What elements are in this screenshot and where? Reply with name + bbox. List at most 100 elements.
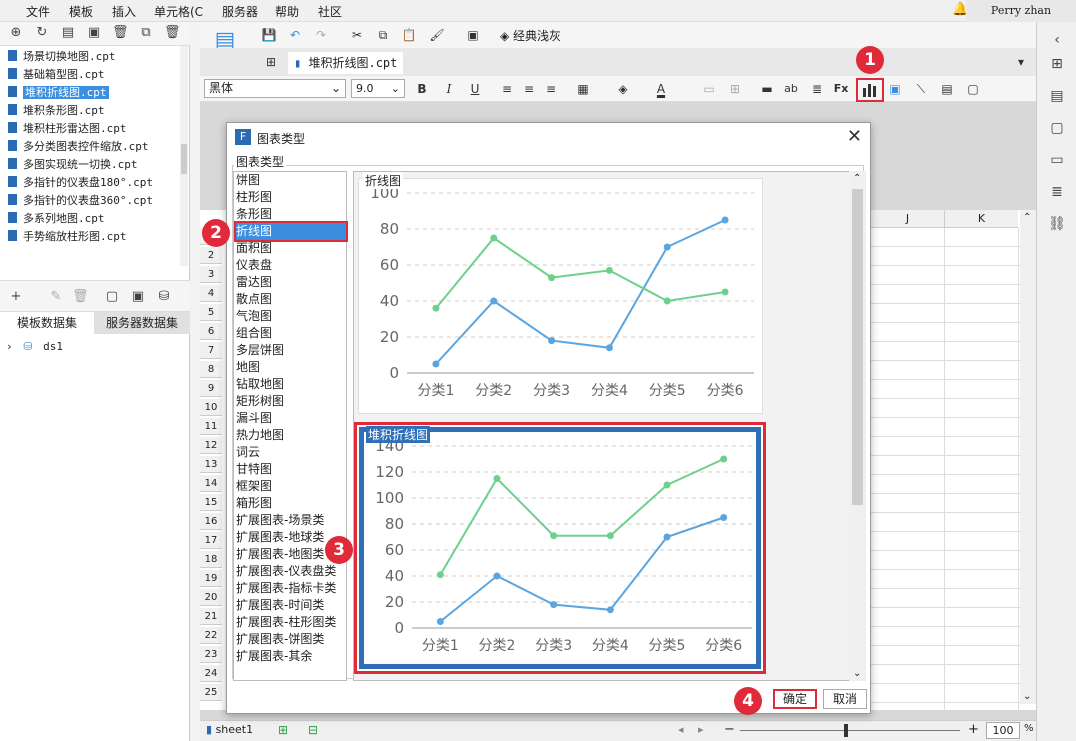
file-item[interactable]: 场景切换地图.cpt — [8, 48, 116, 66]
menu-community[interactable]: 社区 — [318, 3, 342, 20]
scroll-left-icon[interactable]: ◂ — [678, 723, 684, 736]
chart-type-item[interactable]: 地图 — [236, 359, 346, 376]
insert-slash-icon[interactable]: ⟍ — [912, 80, 930, 98]
widget-icon[interactable]: ▭ — [1047, 152, 1067, 172]
scroll-down-icon[interactable]: ⌄ — [1023, 691, 1031, 702]
row-header[interactable]: 2 — [200, 247, 222, 264]
user-name[interactable]: Perry zhan — [966, 0, 1076, 22]
preview-card-stacked-line[interactable]: 堆积折线图 0 20 40 60 80 100 120 140 分类1 分类2 分类3 分类4 分类5 分… — [354, 422, 766, 674]
row-header[interactable]: 15 — [200, 494, 222, 511]
chart-type-item[interactable]: 扩展图表-仪表盘类 — [236, 563, 346, 580]
row-header[interactable]: 14 — [200, 475, 222, 492]
param-icon[interactable]: ▣ — [130, 289, 146, 305]
font-color-icon[interactable]: A — [652, 80, 670, 98]
preview-icon[interactable]: ▢ — [104, 289, 120, 305]
italic-icon[interactable]: I — [440, 80, 458, 98]
expand-icon[interactable]: › — [6, 340, 13, 353]
chart-type-item[interactable]: 饼图 — [236, 172, 346, 189]
zoom-out-icon[interactable]: − — [724, 722, 735, 737]
row-header[interactable]: 23 — [200, 646, 222, 663]
paste-icon[interactable]: 📋 — [400, 26, 418, 44]
file-item[interactable]: 多分类图表控件缩放.cpt — [8, 138, 149, 156]
chart-type-item[interactable]: 词云 — [236, 444, 346, 461]
chart-type-item[interactable]: 仪表盘 — [236, 257, 346, 274]
row-header[interactable]: 6 — [200, 323, 222, 340]
chart-type-item[interactable]: 甘特图 — [236, 461, 346, 478]
file-item[interactable]: 堆积柱形雷达图.cpt — [8, 120, 127, 138]
undo-icon[interactable]: ↶ — [286, 26, 304, 44]
chart-type-item[interactable]: 扩展图表-其余 — [236, 648, 346, 665]
insert-list-icon[interactable]: ≣ — [808, 80, 826, 98]
chart-type-item[interactable]: 多层饼图 — [236, 342, 346, 359]
save-icon[interactable]: 💾 — [260, 26, 278, 44]
align-left-icon[interactable]: ≡ — [498, 80, 516, 98]
preview-scrollbar[interactable]: ⌃ ⌄ — [849, 171, 866, 681]
menu-server[interactable]: 服务器 — [222, 3, 258, 20]
sheet-tab[interactable]: ▮ sheet1 — [206, 723, 253, 736]
row-header[interactable]: 25 — [200, 684, 222, 701]
menu-icon[interactable]: ▾ — [1012, 53, 1030, 71]
theme-button[interactable]: ◈ 经典浅灰 — [500, 27, 561, 44]
copy-icon[interactable]: ⧉ — [374, 26, 392, 44]
cell-element-icon[interactable]: ⊞ — [1047, 56, 1067, 76]
scroll-up-icon[interactable]: ⌃ — [853, 173, 861, 184]
row-header[interactable]: 11 — [200, 418, 222, 435]
row-header[interactable]: 19 — [200, 570, 222, 587]
row-header[interactable]: 13 — [200, 456, 222, 473]
copy-icon[interactable]: ⧉ — [138, 25, 154, 41]
insert-text-icon[interactable]: ▬ — [758, 80, 776, 98]
close-icon[interactable]: ✕ — [847, 126, 862, 147]
new-file-icon[interactable]: ⊕ — [8, 25, 24, 41]
font-size-select[interactable]: 9.0 ⌄ — [351, 79, 405, 98]
zoom-input[interactable]: 100 — [986, 722, 1020, 739]
row-header[interactable]: 4 — [200, 285, 222, 302]
scroll-up-icon[interactable]: ⌃ — [1023, 212, 1031, 223]
chart-type-item[interactable]: 折线图 — [234, 221, 348, 242]
zoom-slider-handle[interactable] — [844, 724, 848, 737]
add-poly-sheet-icon[interactable]: ⊟ — [308, 723, 318, 737]
chart-type-item[interactable]: 雷达图 — [236, 274, 346, 291]
delete-icon[interactable]: 🗑 — [112, 25, 129, 41]
menu-cell[interactable]: 单元格(C — [154, 3, 203, 20]
scrollbar-thumb[interactable] — [852, 189, 863, 505]
scroll-down-icon[interactable]: ⌄ — [853, 668, 861, 679]
insert-float-icon[interactable]: ▢ — [964, 80, 982, 98]
save-icon[interactable]: ▣ — [86, 25, 102, 41]
file-item[interactable]: 手势缩放柱形图.cpt — [8, 228, 127, 246]
fill-color-icon[interactable]: ◈ — [614, 80, 632, 98]
tab-server-dataset[interactable]: 服务器数据集 — [94, 312, 190, 334]
column-header-k[interactable]: K — [944, 210, 1018, 228]
chart-type-item[interactable]: 扩展图表-柱形图类 — [236, 614, 346, 631]
refresh-icon[interactable]: ↻ — [34, 25, 50, 41]
row-header[interactable]: 7 — [200, 342, 222, 359]
grid-scrollbar[interactable]: ⌃ ⌄ — [1020, 210, 1036, 704]
file-item[interactable]: 堆积条形图.cpt — [8, 102, 105, 120]
add-sheet-icon[interactable]: ⊞ — [278, 723, 288, 737]
format-brush-icon[interactable]: 🖌 — [428, 26, 446, 44]
align-center-icon[interactable]: ≡ — [520, 80, 538, 98]
chart-type-item[interactable]: 扩展图表-指标卡类 — [236, 580, 346, 597]
datasource-item[interactable]: › ⛁ ds1 — [6, 340, 63, 353]
chart-type-item[interactable]: 气泡图 — [236, 308, 346, 325]
file-item[interactable]: 多指针的仪表盘360°.cpt — [8, 192, 153, 210]
menu-template[interactable]: 模板 — [69, 3, 93, 20]
chart-type-item[interactable]: 面积图 — [236, 240, 346, 257]
tab-template-dataset[interactable]: 模板数据集 — [0, 312, 94, 334]
row-header[interactable]: 22 — [200, 627, 222, 644]
chart-type-item[interactable]: 条形图 — [236, 206, 346, 223]
insert-chart-button[interactable] — [856, 78, 884, 102]
row-header[interactable]: 18 — [200, 551, 222, 568]
link-icon[interactable]: ⛓ — [1047, 216, 1067, 236]
chart-type-item[interactable]: 扩展图表-场景类 — [236, 512, 346, 529]
font-select[interactable]: 黑体 ⌄ — [204, 79, 346, 98]
row-header[interactable]: 20 — [200, 589, 222, 606]
chart-type-item[interactable]: 箱形图 — [236, 495, 346, 512]
file-item[interactable]: 堆积折线图.cpt — [8, 84, 109, 102]
row-header[interactable]: 8 — [200, 361, 222, 378]
zoom-slider[interactable] — [740, 730, 960, 731]
chart-type-item[interactable]: 框架图 — [236, 478, 346, 495]
file-item[interactable]: 多图实现统一切换.cpt — [8, 156, 138, 174]
cell-attr-icon[interactable]: ▤ — [1047, 88, 1067, 108]
chart-type-item[interactable]: 散点图 — [236, 291, 346, 308]
file-item[interactable]: 基础箱型图.cpt — [8, 66, 105, 84]
